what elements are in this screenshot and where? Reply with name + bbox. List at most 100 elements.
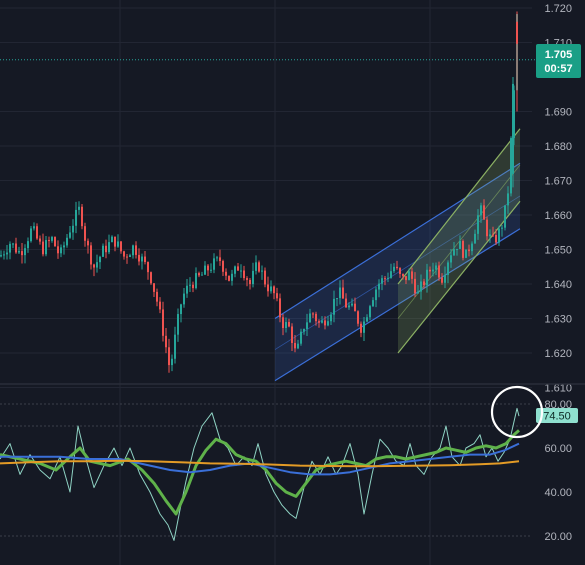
candle-body: [222, 260, 224, 272]
candle-body: [219, 257, 221, 261]
candle-body: [135, 245, 137, 255]
candle-body: [327, 321, 329, 326]
candle-body: [54, 237, 56, 247]
candle-body: [351, 303, 353, 306]
candle-body: [324, 320, 326, 326]
candle-body: [264, 270, 266, 285]
candle-body: [57, 246, 59, 254]
candle-body: [204, 265, 206, 275]
candle-body: [3, 254, 5, 256]
candle-body: [486, 219, 488, 237]
price-tick-label: 1.670: [544, 176, 572, 188]
price-tick-label: 1.660: [544, 210, 572, 222]
candle-body: [102, 245, 104, 257]
candle-body: [432, 269, 434, 272]
candle-body: [114, 236, 116, 247]
candle-body: [72, 225, 74, 233]
price-badge-countdown: 00:57: [544, 63, 572, 75]
candle-body: [399, 268, 401, 274]
candle-body: [318, 321, 320, 323]
candle-body: [258, 262, 260, 272]
candle-body: [321, 320, 323, 323]
candle-body: [294, 342, 296, 349]
candle-body: [288, 322, 290, 327]
candle-body: [345, 298, 347, 308]
candle-body: [315, 313, 317, 322]
candle-body: [507, 193, 509, 206]
candle-body: [90, 245, 92, 265]
candle-body: [483, 205, 485, 220]
candle-body: [162, 309, 164, 336]
candle-body: [512, 83, 514, 174]
candle-body: [453, 249, 455, 256]
candle-body: [189, 284, 191, 286]
candle-body: [39, 238, 41, 242]
candle-body: [165, 335, 167, 348]
candle-body: [363, 321, 365, 333]
candle-body: [300, 331, 302, 344]
candle-body: [15, 243, 17, 253]
candle-body: [108, 242, 110, 253]
candle-body: [516, 21, 518, 44]
candle-body: [333, 298, 335, 315]
candle-body: [141, 256, 143, 262]
price-tick-label: 1.640: [544, 279, 572, 291]
candle-body: [384, 278, 386, 280]
candle-body: [138, 254, 140, 262]
candle-body: [474, 233, 476, 244]
candle-body: [246, 278, 248, 280]
candle-body: [447, 262, 449, 275]
candle-body: [21, 251, 23, 256]
candle-body: [417, 291, 419, 294]
candle-body: [240, 270, 242, 272]
candle-body: [126, 256, 128, 258]
candle-body: [27, 241, 29, 249]
candle-body: [213, 258, 215, 270]
candle-body: [297, 343, 299, 349]
candle-body: [480, 205, 482, 216]
channels-layer: [274, 128, 521, 382]
candle-body: [12, 243, 14, 245]
candle-body: [207, 265, 209, 271]
candle-body: [93, 264, 95, 268]
candle-body: [60, 247, 62, 254]
oscillator-lines: [0, 407, 520, 541]
candle-body: [381, 278, 383, 284]
candle-body: [303, 328, 305, 332]
candle-body: [6, 252, 8, 255]
candle-body: [360, 323, 362, 333]
trading-chart[interactable]: 1.720 1.710 1.690 1.680 1.670 1.660 1.650 1.640…: [0, 0, 585, 565]
candle-body: [495, 234, 497, 243]
candle-body: [234, 266, 236, 274]
candle-body: [435, 265, 437, 270]
candle-body: [99, 256, 101, 263]
candle-body: [252, 270, 254, 285]
candle-body: [492, 234, 494, 236]
price-tick-label: 1.630: [544, 314, 572, 326]
price-tick-label: 1.720: [544, 3, 572, 15]
price-tick-label: 1.620: [544, 348, 572, 360]
candle-body: [84, 226, 86, 241]
candle-body: [468, 249, 470, 252]
candle-body: [309, 313, 311, 323]
candle-body: [18, 251, 20, 253]
highlight-circle: [490, 385, 544, 439]
oscillator-tick-label: 40.00: [544, 487, 572, 499]
candle-body: [330, 314, 332, 322]
candle-body: [255, 262, 257, 271]
price-badge-price: 1.705: [545, 49, 573, 61]
candle-body: [441, 277, 443, 283]
candle-body: [396, 266, 398, 269]
candle-body: [375, 289, 377, 301]
candle-body: [51, 237, 53, 241]
candle-body: [450, 255, 452, 263]
candle-body: [123, 251, 125, 257]
chart-canvas[interactable]: 1.7201.7101.6901.6801.6701.6601.6501.640…: [0, 0, 585, 565]
candle-body: [462, 240, 464, 258]
candle-body: [390, 271, 392, 278]
candle-body: [144, 256, 146, 263]
candle-body: [498, 228, 500, 243]
price-tick-label: 1.690: [544, 107, 572, 119]
candle-body: [348, 305, 350, 308]
candle-body: [69, 232, 71, 238]
